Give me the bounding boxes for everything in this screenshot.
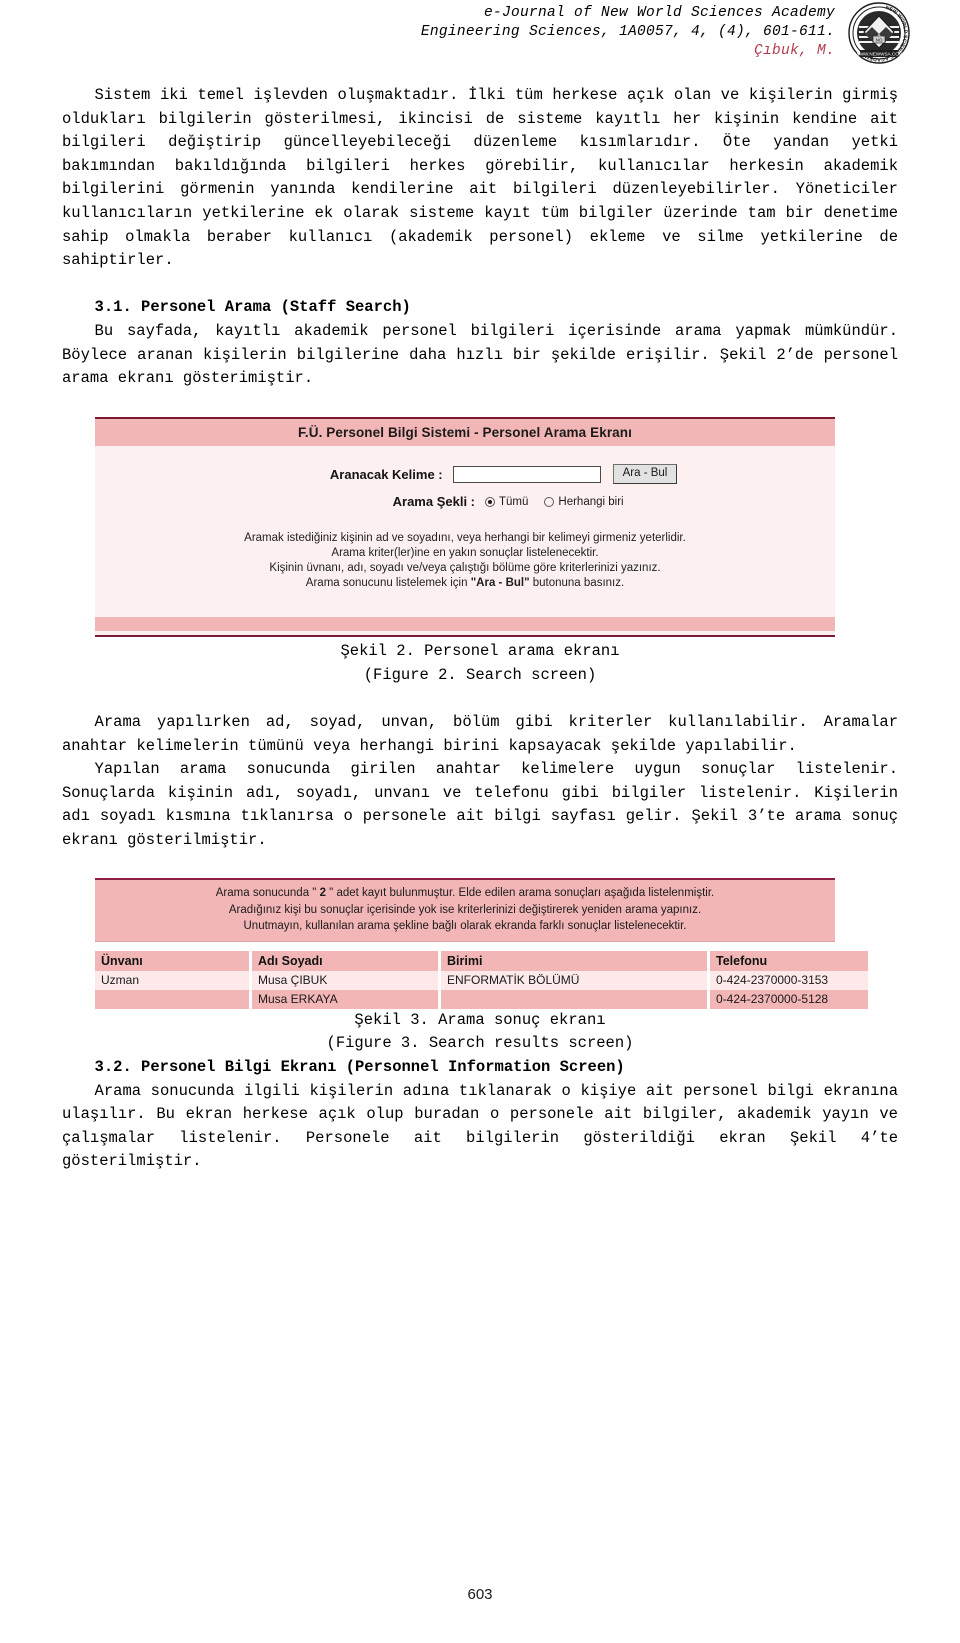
help-line-3: Kişinin üvnanı, adı, soyadı ve/veya çalı… <box>269 562 661 575</box>
screen-footer-bar <box>95 617 835 632</box>
figure-3: Arama sonucunda " 2 " adet kayıt bulunmu… <box>62 876 898 1056</box>
paragraph-search-results: Yapılan arama sonucunda girilen anahtar … <box>62 760 898 850</box>
search-mode-label: Arama Şekli : <box>392 494 475 510</box>
figure-3-caption-en: (Figure 3. Search results screen) <box>326 1034 634 1053</box>
radio-any-label: Herhangi biri <box>558 495 624 508</box>
cell-phone: 0-424-2370000-5128 <box>708 989 868 1009</box>
cell-name[interactable]: Musa ERKAYA <box>250 989 441 1009</box>
keyword-label: Aranacak Kelime : <box>329 466 443 482</box>
search-help-text: Aramak istediğiniz kişinin ad ve soyadın… <box>95 519 835 607</box>
results-count-post: " adet kayıt bulunmuştur. Elde edilen ar… <box>325 887 715 900</box>
results-message-line-1: Arama sonucunda " 2 " adet kayıt bulunmu… <box>95 885 835 902</box>
radio-option-all[interactable]: Tümü <box>485 496 528 508</box>
search-mode-radio-group: Tümü Herhangi biri <box>485 496 645 508</box>
radio-all-label: Tümü <box>499 495 529 508</box>
figure-2-caption-tr: Şekil 2. Personel arama ekranı <box>340 642 620 661</box>
cell-phone: 0-424-2370000-3153 <box>708 970 868 990</box>
help-line-4: Arama sonucunu listelemek için "Ara - Bu… <box>95 576 835 591</box>
page-content: Sistem iki temel işlevden oluşmaktadır. … <box>62 84 898 1174</box>
keyword-row: Aranacak Kelime : Ara - Bul <box>95 464 835 485</box>
help-line-4-pre: Arama sonucunu listelemek için <box>305 577 471 590</box>
find-button[interactable]: Ara - Bul <box>612 464 678 485</box>
radio-option-any[interactable]: Herhangi biri <box>544 495 624 508</box>
search-screen-title: F.Ü. Personel Bilgi Sistemi - Personel A… <box>95 419 835 447</box>
figure-2: F.Ü. Personel Bilgi Sistemi - Personel A… <box>62 414 898 687</box>
column-header-name: Adı Soyadı <box>250 950 441 971</box>
search-form: Aranacak Kelime : Ara - Bul Arama Şekli … <box>95 446 835 618</box>
cell-unit: ENFORMATİK BÖLÜMÜ <box>439 970 710 990</box>
section-heading-3-1: 3.1. Personel Arama (Staff Search) <box>94 298 411 317</box>
cell-title: Uzman <box>95 970 252 990</box>
results-message-line-3: Unutmayın, kullanılan arama şekline bağl… <box>243 920 687 933</box>
journal-logo-icon: NO NEW WORLD SCIENCES ACADEMY WWW.NEWWSA… <box>848 2 910 64</box>
journal-issue-line: Engineering Sciences, 1A0057, 4, (4), 60… <box>420 24 835 40</box>
journal-citation: e-Journal of New World Sciences Academy … <box>290 4 835 61</box>
cell-name[interactable]: Musa ÇIBUK <box>250 970 441 990</box>
section-heading-3-2: 3.2. Personel Bilgi Ekranı (Personnel In… <box>94 1057 625 1076</box>
help-line-2: Arama kriter(ler)ine en yakın sonuçlar l… <box>331 547 599 560</box>
radio-unselected-icon[interactable] <box>544 496 555 507</box>
figure-2-caption-en: (Figure 2. Search screen) <box>363 665 597 684</box>
results-message: Arama sonucunda " 2 " adet kayıt bulunmu… <box>95 880 835 941</box>
column-header-phone: Telefonu <box>708 950 868 971</box>
results-spacer <box>95 940 835 951</box>
paragraph-system-overview: Sistem iki temel işlevden oluşmaktadır. … <box>62 86 898 270</box>
journal-title-line: e-Journal of New World Sciences Academy <box>483 5 835 21</box>
cell-title <box>95 989 252 1009</box>
help-line-1: Aramak istediğiniz kişinin ad ve soyadın… <box>244 532 686 545</box>
paragraph-staff-search: Bu sayfada, kayıtlı akademik personel bi… <box>62 321 898 388</box>
svg-text:WWW.NEWWSA.COM: WWW.NEWWSA.COM <box>855 52 902 57</box>
page-header: e-Journal of New World Sciences Academy … <box>0 0 960 78</box>
screen-bottom-rule <box>95 635 835 641</box>
svg-text:NO: NO <box>876 38 883 43</box>
page-number: 603 <box>467 1586 493 1603</box>
results-table: Ünvanı Adı Soyadı Birimi Telefonu Uzman … <box>95 950 868 1009</box>
figure-3-caption-tr: Şekil 3. Arama sonuç ekranı <box>354 1010 606 1029</box>
column-header-unit: Birimi <box>439 950 710 971</box>
table-row[interactable]: Musa ERKAYA 0-424-2370000-5128 <box>95 989 868 1009</box>
results-message-line-2: Aradığınız kişi bu sonuçlar içerisinde y… <box>228 903 702 916</box>
results-table-header-row: Ünvanı Adı Soyadı Birimi Telefonu <box>95 950 868 971</box>
search-mode-row: Arama Şekli : Tümü Herhangi biri <box>95 494 835 509</box>
help-line-4-post: butonuna basınız. <box>529 577 625 590</box>
search-screen-screenshot: F.Ü. Personel Bilgi Sistemi - Personel A… <box>95 414 835 641</box>
table-row[interactable]: Uzman Musa ÇIBUK ENFORMATİK BÖLÜMÜ 0-424… <box>95 970 868 990</box>
radio-selected-icon[interactable] <box>485 496 495 507</box>
paragraph-search-criteria: Arama yapılırken ad, soyad, unvan, bölüm… <box>62 713 898 755</box>
journal-author-line: Çıbuk, M. <box>753 43 835 59</box>
column-header-title: Ünvanı <box>95 950 252 971</box>
help-line-4-bold: "Ara - Bul" <box>470 577 530 590</box>
results-count-pre: Arama sonucunda " <box>215 887 320 900</box>
cell-unit <box>439 989 710 1009</box>
paragraph-personnel-info: Arama sonucunda ilgili kişilerin adına t… <box>62 1081 898 1171</box>
search-keyword-input[interactable] <box>452 465 601 483</box>
results-screen-screenshot: Arama sonucunda " 2 " adet kayıt bulunmu… <box>95 876 868 1009</box>
